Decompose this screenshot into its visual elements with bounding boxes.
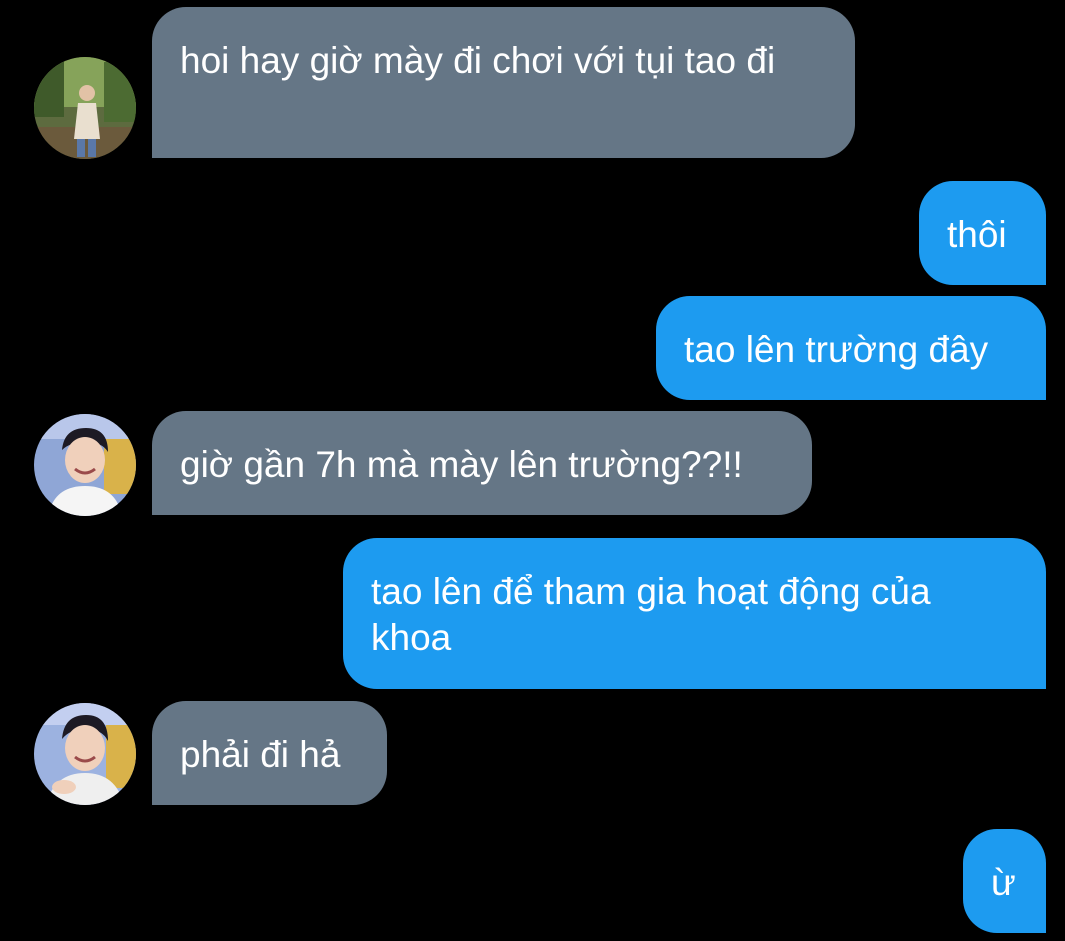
- incoming-message-bubble[interactable]: giờ gần 7h mà mày lên trường??!!: [152, 411, 812, 515]
- friend-b-avatar[interactable]: [34, 414, 136, 516]
- friend-a-avatar[interactable]: [34, 57, 136, 159]
- message-text: tao lên trường đây: [684, 329, 989, 370]
- message-text: tao lên để tham gia hoạt động của khoa: [371, 571, 931, 658]
- outgoing-message-bubble[interactable]: tao lên để tham gia hoạt động của khoa: [343, 538, 1046, 689]
- incoming-message-bubble[interactable]: hoi hay giờ mày đi chơi với tụi tao đi: [152, 7, 855, 158]
- message-text: thôi: [947, 214, 1007, 255]
- outgoing-message-bubble[interactable]: tao lên trường đây: [656, 296, 1046, 400]
- outgoing-message-bubble[interactable]: thôi: [919, 181, 1046, 285]
- chat-thread: hoi hay giờ mày đi chơi với tụi tao đi t…: [0, 0, 1065, 941]
- friend-b-avatar[interactable]: [34, 703, 136, 805]
- outgoing-message-bubble[interactable]: ừ: [963, 829, 1046, 933]
- message-text: hoi hay giờ mày đi chơi với tụi tao đi: [180, 40, 776, 81]
- incoming-message-bubble[interactable]: phải đi hả: [152, 701, 387, 805]
- message-text: phải đi hả: [180, 734, 341, 775]
- message-text: giờ gần 7h mà mày lên trường??!!: [180, 444, 743, 485]
- message-text: ừ: [991, 862, 1016, 903]
